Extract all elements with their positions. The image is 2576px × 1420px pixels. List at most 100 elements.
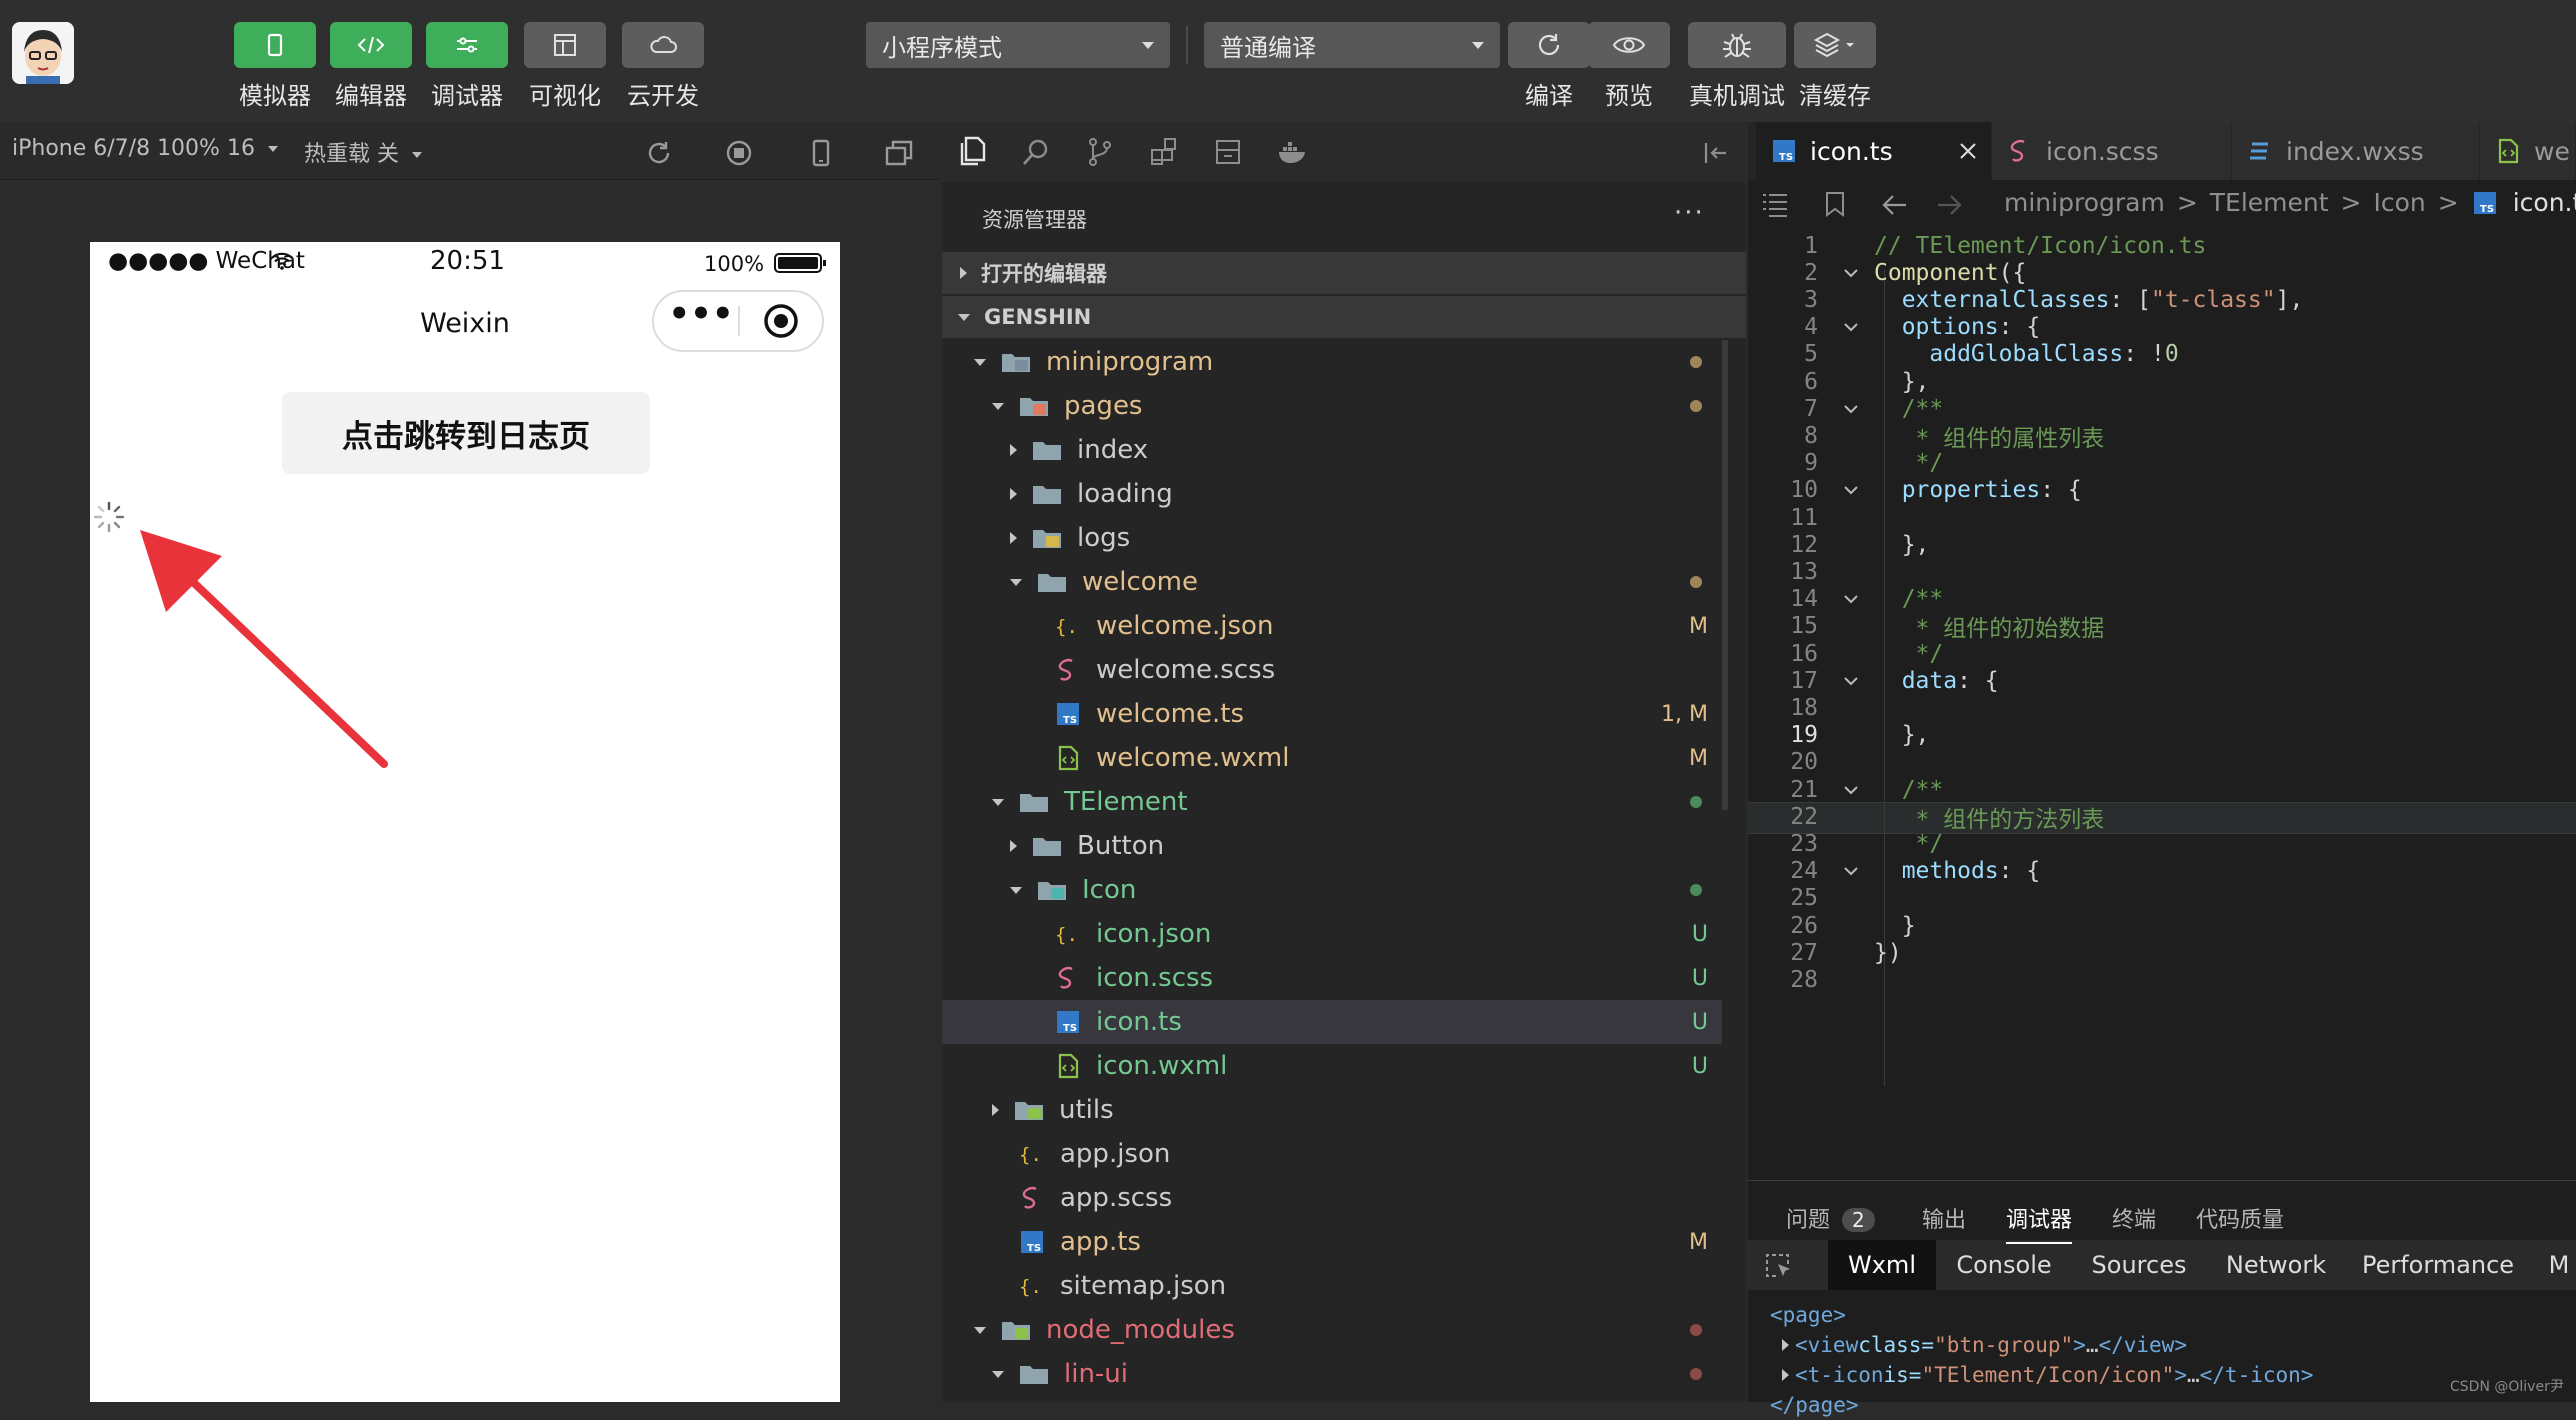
breadcrumb-item[interactable]: icon.ts bbox=[2513, 188, 2576, 217]
code-line[interactable]: 15 * 组件的初始数据 bbox=[1748, 613, 2576, 642]
code-line[interactable]: 9 */ bbox=[1748, 450, 2576, 477]
simulator-toggle-button[interactable] bbox=[234, 22, 316, 68]
tree-item-utils[interactable]: utils bbox=[942, 1088, 1722, 1132]
toggle-panel-icon[interactable] bbox=[1700, 138, 1730, 168]
user-avatar[interactable] bbox=[12, 22, 74, 84]
tree-item-icon-ts[interactable]: TS icon.ts U bbox=[942, 1000, 1722, 1044]
navigate-logs-button[interactable]: 点击跳转到日志页 bbox=[282, 392, 650, 474]
devtools-tab-sources[interactable]: Sources bbox=[2074, 1240, 2204, 1290]
panel-tab-1[interactable]: 输出 bbox=[1922, 1202, 1966, 1234]
docker-icon[interactable] bbox=[1276, 136, 1310, 168]
panel-tab-0[interactable]: 问题 2 bbox=[1786, 1202, 1875, 1234]
code-line[interactable]: 17 data: { bbox=[1748, 667, 2576, 694]
code-line[interactable]: 18 bbox=[1748, 694, 2576, 721]
expand-arrow-icon[interactable] bbox=[1782, 1369, 1789, 1381]
fold-chevron-icon[interactable] bbox=[1828, 675, 1874, 687]
breadcrumb-item[interactable]: Icon bbox=[2374, 188, 2426, 217]
close-icon[interactable] bbox=[1957, 140, 1979, 162]
code-line[interactable]: 3 externalClasses: ["t-class"], bbox=[1748, 286, 2576, 313]
search-icon[interactable] bbox=[1020, 136, 1052, 168]
files-icon[interactable] bbox=[956, 134, 990, 168]
visual-toggle-button[interactable] bbox=[524, 22, 606, 68]
source-control-icon[interactable] bbox=[1084, 136, 1116, 168]
tree-item-welcome-wxml[interactable]: welcome.wxml M bbox=[942, 736, 1722, 780]
tree-item-app-json[interactable]: {..} app.json bbox=[942, 1132, 1722, 1176]
code-line[interactable]: 22 * 组件的方法列表 bbox=[1748, 803, 2576, 833]
code-line[interactable]: 14 /** bbox=[1748, 586, 2576, 613]
code-line[interactable]: 13 bbox=[1748, 558, 2576, 585]
breadcrumb-item[interactable]: miniprogram bbox=[2004, 188, 2165, 217]
devtools-tab-network[interactable]: Network bbox=[2208, 1240, 2344, 1290]
code-line[interactable]: 12 }, bbox=[1748, 531, 2576, 558]
code-line[interactable]: 25 bbox=[1748, 885, 2576, 912]
section-open-editors[interactable]: 打开的编辑器 bbox=[942, 252, 1746, 294]
code-line[interactable]: 19 }, bbox=[1748, 722, 2576, 749]
inspect-element-icon[interactable] bbox=[1762, 1250, 1794, 1282]
code-line[interactable]: 2 Component({ bbox=[1748, 259, 2576, 286]
remote-debug-button[interactable] bbox=[1688, 22, 1786, 68]
stop-icon[interactable] bbox=[724, 138, 754, 168]
capsule-more-button[interactable]: ••• bbox=[668, 294, 734, 334]
editor-toggle-button[interactable] bbox=[330, 22, 412, 68]
debugger-toggle-button[interactable] bbox=[426, 22, 508, 68]
tree-item-welcome-scss[interactable]: welcome.scss bbox=[942, 648, 1722, 692]
tree-item-icon[interactable]: Icon bbox=[942, 868, 1722, 912]
breadcrumb-item[interactable]: TElement bbox=[2210, 188, 2329, 217]
code-line[interactable]: 27}) bbox=[1748, 939, 2576, 966]
fold-chevron-icon[interactable] bbox=[1828, 865, 1874, 877]
expand-arrow-icon[interactable] bbox=[1782, 1339, 1789, 1351]
code-line[interactable]: 10 properties: { bbox=[1748, 477, 2576, 504]
capsule-close-icon[interactable] bbox=[762, 302, 800, 340]
mode-select[interactable]: 小程序模式 bbox=[866, 22, 1170, 68]
devtools-tab-performance[interactable]: Performance bbox=[2348, 1240, 2528, 1290]
wxml-node[interactable]: <page> bbox=[1770, 1300, 2570, 1330]
preview-button[interactable] bbox=[1588, 22, 1670, 68]
tree-item-icon-wxml[interactable]: icon.wxml U bbox=[942, 1044, 1722, 1088]
code-line[interactable]: 21 /** bbox=[1748, 776, 2576, 803]
back-arrow-icon[interactable] bbox=[1880, 192, 1910, 218]
devtools-tab-console[interactable]: Console bbox=[1940, 1240, 2068, 1290]
code-line[interactable]: 28 bbox=[1748, 966, 2576, 993]
fold-chevron-icon[interactable] bbox=[1828, 593, 1874, 605]
tree-item-button[interactable]: Button bbox=[942, 824, 1722, 868]
tree-item-welcome-json[interactable]: {..} welcome.json M bbox=[942, 604, 1722, 648]
tree-item-app-ts[interactable]: TS app.ts M bbox=[942, 1220, 1722, 1264]
storage-icon[interactable] bbox=[1212, 136, 1244, 168]
extensions-icon[interactable] bbox=[1148, 136, 1180, 168]
tab-icon-scss[interactable]: icon.scss bbox=[1992, 122, 2232, 180]
outline-icon[interactable] bbox=[1760, 190, 1790, 218]
fold-chevron-icon[interactable] bbox=[1828, 784, 1874, 796]
tree-item-app-scss[interactable]: app.scss bbox=[942, 1176, 1722, 1220]
code-line[interactable]: 8 * 组件的属性列表 bbox=[1748, 422, 2576, 452]
device-select[interactable]: iPhone 6/7/8 100% 16 bbox=[12, 136, 278, 161]
code-line[interactable]: 26 } bbox=[1748, 912, 2576, 939]
code-line[interactable]: 7 /** bbox=[1748, 395, 2576, 422]
code-line[interactable]: 24 methods: { bbox=[1748, 858, 2576, 885]
tab-icon-ts[interactable]: TS icon.ts bbox=[1756, 122, 1992, 180]
compile-button[interactable] bbox=[1508, 22, 1590, 68]
tree-item-welcome[interactable]: welcome bbox=[942, 560, 1722, 604]
code-line[interactable]: 20 bbox=[1748, 749, 2576, 776]
tree-item-node-modules[interactable]: node_modules bbox=[942, 1308, 1722, 1352]
tree-item-welcome-ts[interactable]: TS welcome.ts 1, M bbox=[942, 692, 1722, 736]
code-line[interactable]: 6 }, bbox=[1748, 368, 2576, 395]
fold-chevron-icon[interactable] bbox=[1828, 267, 1874, 279]
rotate-icon[interactable] bbox=[644, 138, 674, 168]
clear-cache-button[interactable] bbox=[1794, 22, 1876, 68]
tab-index-wxss[interactable]: index.wxss bbox=[2232, 122, 2480, 180]
code-line[interactable]: 11 bbox=[1748, 504, 2576, 531]
forward-arrow-icon[interactable] bbox=[1934, 192, 1964, 218]
panel-tab-4[interactable]: 代码质量 bbox=[2196, 1202, 2284, 1234]
tree-item-index[interactable]: index bbox=[942, 428, 1722, 472]
compile-select[interactable]: 普通编译 bbox=[1204, 22, 1500, 68]
tree-item-sitemap-json[interactable]: {..} sitemap.json bbox=[942, 1264, 1722, 1308]
fold-chevron-icon[interactable] bbox=[1828, 403, 1874, 415]
code-line[interactable]: 5 addGlobalClass: !0 bbox=[1748, 341, 2576, 368]
code-line[interactable]: 4 options: { bbox=[1748, 314, 2576, 341]
fold-chevron-icon[interactable] bbox=[1828, 484, 1874, 496]
tree-item-loading[interactable]: loading bbox=[942, 472, 1722, 516]
code-line[interactable]: 23 */ bbox=[1748, 830, 2576, 857]
hotreload-select[interactable]: 热重载 关 bbox=[304, 136, 422, 168]
explorer-more-button[interactable]: ··· bbox=[1674, 198, 1705, 228]
code-line[interactable]: 16 */ bbox=[1748, 640, 2576, 667]
